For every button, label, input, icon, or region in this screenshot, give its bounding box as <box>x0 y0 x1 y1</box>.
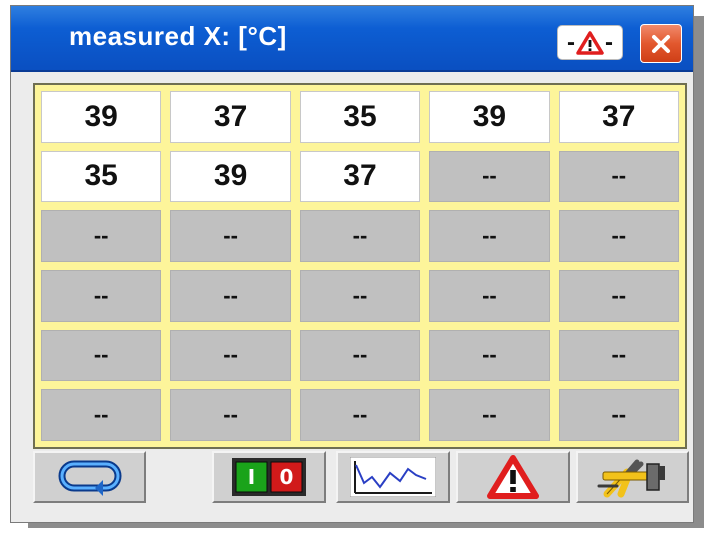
close-button[interactable] <box>640 24 682 63</box>
grid-cell-r3-c2: -- <box>170 210 291 262</box>
grid-cell-r3-c1: -- <box>41 210 162 262</box>
close-icon <box>652 34 670 53</box>
trend-chart-button[interactable] <box>336 451 450 503</box>
line-chart-icon <box>350 457 436 497</box>
grid-cell-r5-c2: -- <box>170 329 291 382</box>
grid-cell-r4-c2: -- <box>170 270 291 322</box>
loop-arrow-icon <box>58 460 121 496</box>
grid-cell-r2-c5: -- <box>558 150 679 203</box>
grid-cell-r3-c4: -- <box>429 210 550 262</box>
grid-cell-r6-c3: -- <box>299 389 421 441</box>
grid-cell-r6-c5: -- <box>558 389 679 441</box>
warning-dash-right: - <box>605 28 613 56</box>
measurement-grid: 39 37 35 39 37 35 39 37 -- -- -- -- -- -- -- -- -- -- -- --… <box>33 83 687 449</box>
warning-triangle-icon <box>487 455 539 499</box>
tools-icon <box>597 459 665 498</box>
grid-cell-r2-c1: 35 <box>41 150 162 203</box>
grid-cell-r2-c2: 39 <box>170 150 291 203</box>
window-title: measured X: [°C] <box>69 21 287 51</box>
grid-cell-r4-c4: -- <box>429 270 550 322</box>
grid-cell-r4-c1: -- <box>41 270 162 322</box>
warning-dash-left: - <box>567 28 575 56</box>
loop-button[interactable] <box>33 451 146 503</box>
grid-cell-r2-c4: -- <box>429 150 550 203</box>
off-label: 0 <box>280 465 294 489</box>
grid-cell-r1-c2: 37 <box>170 91 291 143</box>
measurement-window: measured X: [°C] - - 39 37 35 39 37 35 39 37 -- -… <box>10 5 694 523</box>
grid-cell-r1-c1: 39 <box>41 91 162 143</box>
alarm-button[interactable] <box>456 451 570 503</box>
grid-cell-r5-c3: -- <box>299 329 421 382</box>
grid-cell-r5-c5: -- <box>558 329 679 382</box>
on-label: I <box>248 465 255 489</box>
grid-cell-r6-c2: -- <box>170 389 291 441</box>
warning-triangle-icon <box>576 30 604 55</box>
grid-cell-r3-c3: -- <box>299 210 421 262</box>
tools-button[interactable] <box>576 451 689 503</box>
grid-cell-r1-c5: 37 <box>558 91 679 143</box>
grid-cell-r1-c3: 35 <box>299 91 421 143</box>
grid-cell-r5-c4: -- <box>429 329 550 382</box>
on-off-button[interactable]: I 0 <box>212 451 326 503</box>
on-off-switch-icon: I 0 <box>232 458 306 496</box>
grid-cell-r5-c1: -- <box>41 329 162 382</box>
grid-cell-r2-c3: 37 <box>299 150 421 203</box>
warning-button[interactable]: - - <box>557 25 623 60</box>
grid-cell-r3-c5: -- <box>558 210 679 262</box>
grid-cell-r6-c1: -- <box>41 389 162 441</box>
title-bar[interactable]: measured X: [°C] - - <box>11 6 693 72</box>
grid-cell-r4-c3: -- <box>299 270 421 322</box>
grid-cell-r6-c4: -- <box>429 389 550 441</box>
grid-cell-r1-c4: 39 <box>429 91 550 143</box>
grid-cell-r4-c5: -- <box>558 270 679 322</box>
